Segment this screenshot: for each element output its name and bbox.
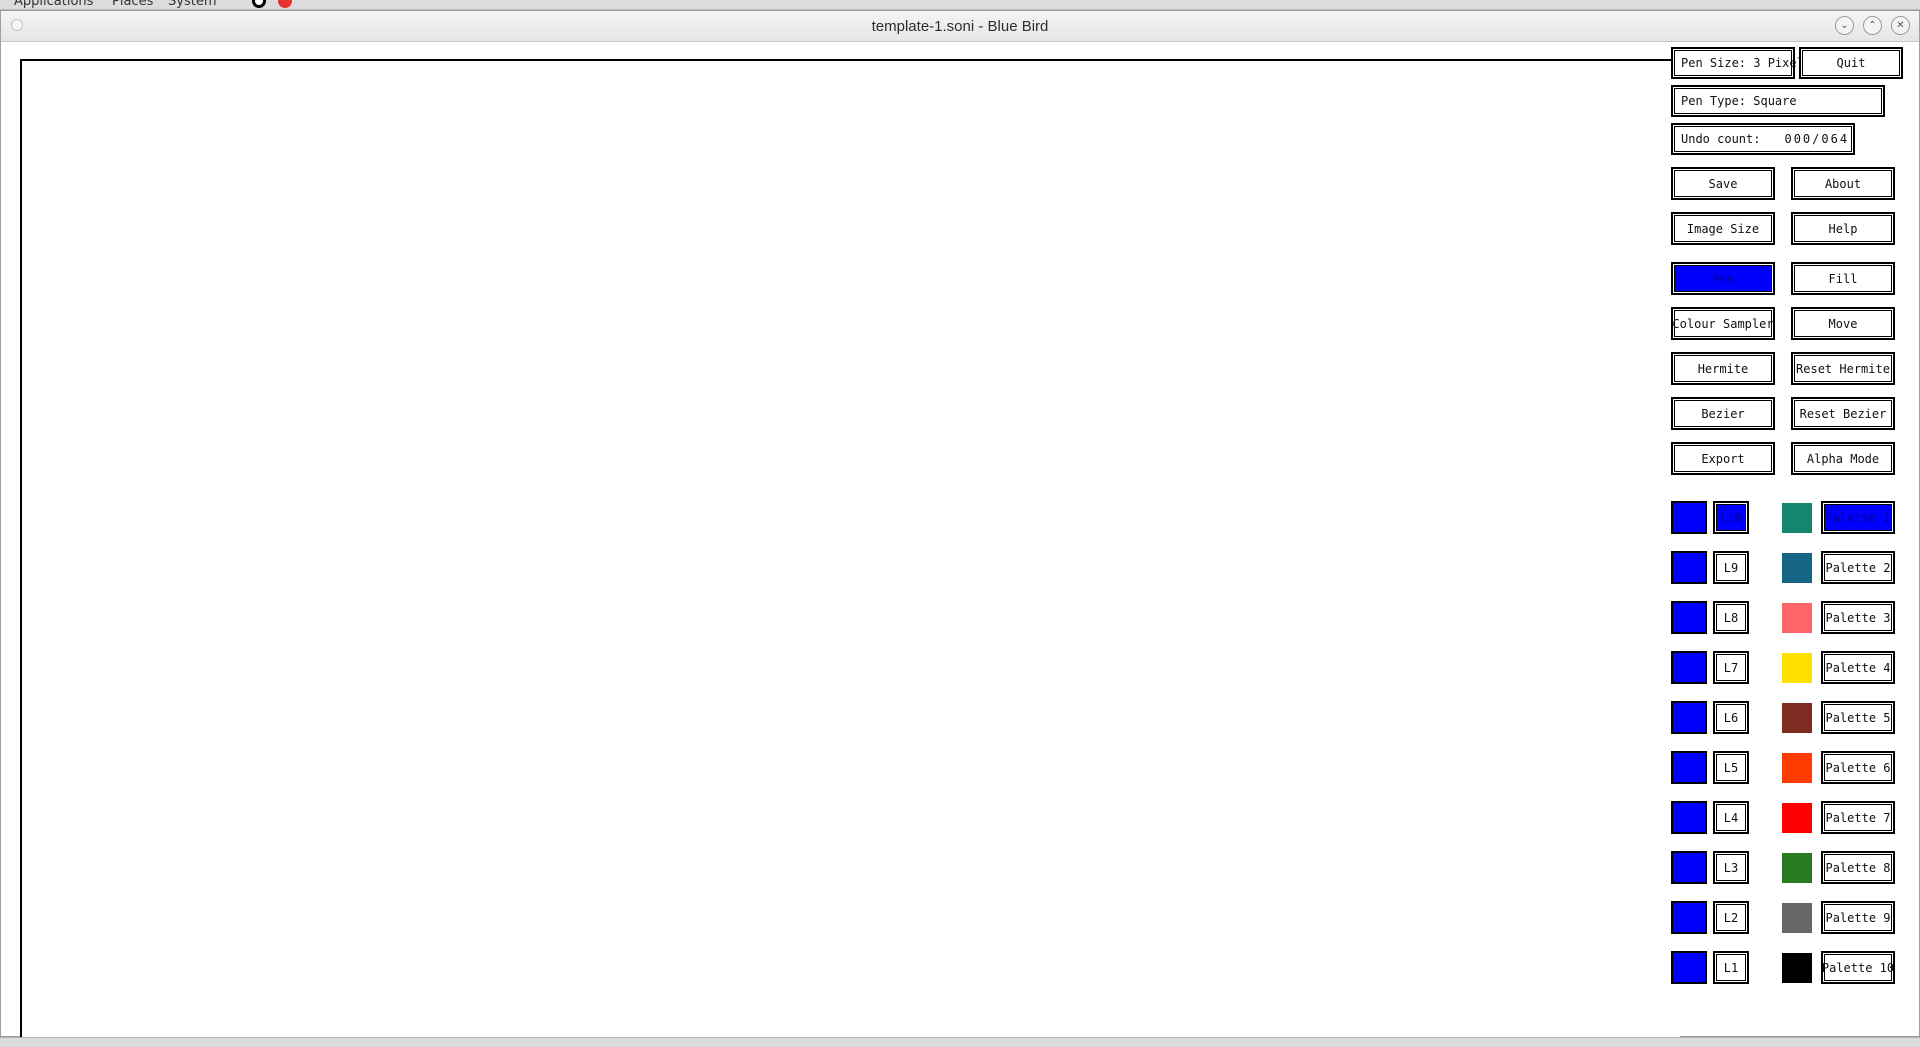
layer-button[interactable]: L9 [1713,551,1749,584]
layer-button[interactable]: L10 [1713,501,1749,534]
quit-button[interactable]: Quit [1799,47,1903,79]
layer-button[interactable]: L8 [1713,601,1749,634]
fill-tool-button[interactable]: Fill [1791,262,1895,295]
layer-button[interactable]: L6 [1713,701,1749,734]
layer-color-swatch[interactable] [1671,601,1707,634]
reset-bezier-button[interactable]: Reset Bezier [1791,397,1895,430]
taskbar [0,1037,1920,1047]
layer-color-swatch[interactable] [1671,551,1707,584]
layer-button[interactable]: L5 [1713,751,1749,784]
reset-hermite-button[interactable]: Reset Hermite [1791,352,1895,385]
layer-button[interactable]: L3 [1713,851,1749,884]
help-button[interactable]: Help [1791,212,1895,245]
palette-button[interactable]: Palette 7 [1821,801,1895,834]
undo-count-display: Undo count: 000/064 [1671,123,1855,155]
layer-color-swatch[interactable] [1671,801,1707,834]
layer-color-swatch[interactable] [1671,751,1707,784]
palette-color-swatch [1782,653,1812,683]
maximize-button[interactable]: ⌃ [1863,16,1882,35]
palette-color-swatch [1782,953,1812,983]
image-size-button[interactable]: Image Size [1671,212,1775,245]
palette-color-swatch [1782,503,1812,533]
record-icon[interactable] [278,0,292,8]
pen-tool-button[interactable]: Pen [1671,262,1775,295]
undo-count-label: Undo count: [1681,132,1761,146]
alpha-mode-button[interactable]: Alpha Mode [1791,442,1895,475]
menu-places[interactable]: Places [112,0,153,9]
layer-color-swatch[interactable] [1671,851,1707,884]
palette-color-swatch [1782,853,1812,883]
undo-count-value: 000/064 [1784,132,1850,146]
about-button[interactable]: About [1791,167,1895,200]
bezier-button[interactable]: Bezier [1671,397,1775,430]
menu-applications[interactable]: Applications [14,0,93,9]
palette-button[interactable]: Palette 10 [1821,951,1895,984]
launcher-icon[interactable] [252,0,266,8]
save-button[interactable]: Save [1671,167,1775,200]
layer-button[interactable]: L1 [1713,951,1749,984]
palette-color-swatch [1782,903,1812,933]
palette-button[interactable]: Palette 9 [1821,901,1895,934]
palette-button[interactable]: Palette 1 [1821,501,1895,534]
layer-color-swatch[interactable] [1671,951,1707,984]
system-panel: Applications Places System [0,0,1920,10]
window-titlebar[interactable]: template-1.soni - Blue Bird ⌄ ⌃ ✕ [1,11,1919,42]
window-title: template-1.soni - Blue Bird [871,18,1049,35]
layer-color-swatch[interactable] [1671,651,1707,684]
colour-sampler-button[interactable]: Colour Sampler [1671,307,1775,340]
app-window: template-1.soni - Blue Bird ⌄ ⌃ ✕ Pen Si… [0,10,1920,1044]
layer-button[interactable]: L7 [1713,651,1749,684]
export-button[interactable]: Export [1671,442,1775,475]
palette-color-swatch [1782,703,1812,733]
layer-color-swatch[interactable] [1671,701,1707,734]
pen-type-button[interactable]: Pen Type: Square [1671,85,1885,117]
palette-button[interactable]: Palette 2 [1821,551,1895,584]
drawing-canvas[interactable] [20,59,1680,1044]
palette-button[interactable]: Palette 3 [1821,601,1895,634]
move-tool-button[interactable]: Move [1791,307,1895,340]
minimize-button[interactable]: ⌄ [1835,16,1854,35]
palette-button[interactable]: Palette 8 [1821,851,1895,884]
menu-system[interactable]: System [168,0,216,9]
layer-button[interactable]: L2 [1713,901,1749,934]
layer-color-swatch[interactable] [1671,901,1707,934]
close-button[interactable]: ✕ [1891,16,1910,35]
palette-button[interactable]: Palette 4 [1821,651,1895,684]
layer-button[interactable]: L4 [1713,801,1749,834]
palette-button[interactable]: Palette 5 [1821,701,1895,734]
palette-button[interactable]: Palette 6 [1821,751,1895,784]
palette-color-swatch [1782,603,1812,633]
palette-color-swatch [1782,803,1812,833]
palette-color-swatch [1782,553,1812,583]
layer-color-swatch[interactable] [1671,501,1707,534]
pen-size-button[interactable]: Pen Size: 3 Pixel [1671,47,1804,79]
hermite-button[interactable]: Hermite [1671,352,1775,385]
palette-color-swatch [1782,753,1812,783]
